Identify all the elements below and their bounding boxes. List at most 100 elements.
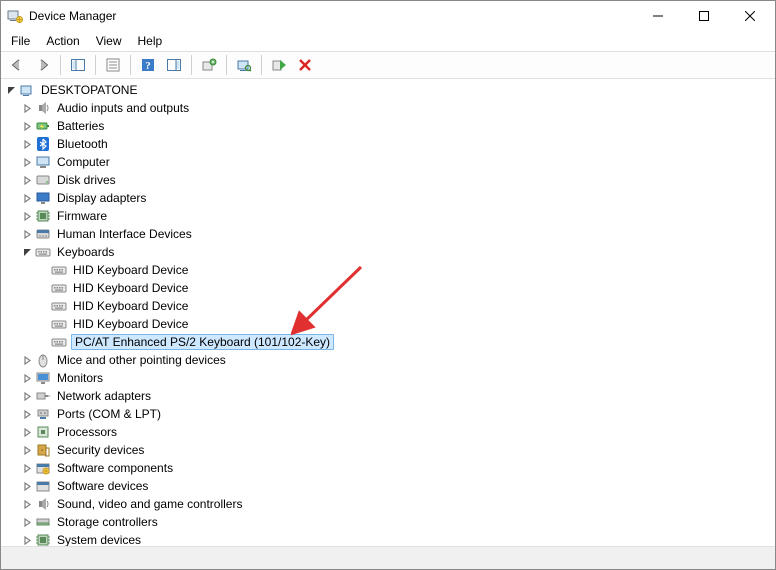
keyboard-icon bbox=[51, 298, 67, 314]
tree-pane[interactable]: DESKTOPATONE Audio inputs and outputs Ba… bbox=[1, 79, 775, 547]
tree-label: Audio inputs and outputs bbox=[55, 101, 191, 115]
back-button[interactable] bbox=[5, 53, 29, 77]
tree-category-fw[interactable]: Firmware bbox=[1, 207, 775, 225]
tree-twisty[interactable] bbox=[19, 118, 35, 134]
show-hide-console-tree-button[interactable] bbox=[66, 53, 90, 77]
tree-label: Ports (COM & LPT) bbox=[55, 407, 163, 421]
tree-category-sys[interactable]: System devices bbox=[1, 531, 775, 547]
tree-category-mon[interactable]: Monitors bbox=[1, 369, 775, 387]
window-controls bbox=[635, 1, 773, 31]
tree-category-comp[interactable]: Computer bbox=[1, 153, 775, 171]
tree-device[interactable]: PC/AT Enhanced PS/2 Keyboard (101/102-Ke… bbox=[1, 333, 775, 351]
toolbar-separator bbox=[191, 55, 192, 75]
tree-category-bt[interactable]: Bluetooth bbox=[1, 135, 775, 153]
tree-twisty[interactable] bbox=[3, 82, 19, 98]
forward-button[interactable] bbox=[31, 53, 55, 77]
tree-category-ports[interactable]: Ports (COM & LPT) bbox=[1, 405, 775, 423]
tree-twisty[interactable] bbox=[19, 136, 35, 152]
tree-category-display[interactable]: Display adapters bbox=[1, 189, 775, 207]
enable-device-button[interactable] bbox=[267, 53, 291, 77]
toolbar-separator bbox=[226, 55, 227, 75]
tree-twisty[interactable] bbox=[19, 100, 35, 116]
tree-twisty[interactable] bbox=[19, 244, 35, 260]
scan-hardware-button[interactable] bbox=[232, 53, 256, 77]
network-icon bbox=[35, 388, 51, 404]
keyboard-icon bbox=[51, 316, 67, 332]
tree-category-disk[interactable]: Disk drives bbox=[1, 171, 775, 189]
tree-twisty[interactable] bbox=[19, 370, 35, 386]
tree-category-batt[interactable]: Batteries bbox=[1, 117, 775, 135]
tree-label: Disk drives bbox=[55, 173, 118, 187]
tree-root[interactable]: DESKTOPATONE bbox=[1, 81, 775, 99]
tree-category-mouse[interactable]: Mice and other pointing devices bbox=[1, 351, 775, 369]
tree-twisty[interactable] bbox=[19, 352, 35, 368]
tree-twisty[interactable] bbox=[19, 496, 35, 512]
tree-twisty[interactable] bbox=[19, 208, 35, 224]
security-icon bbox=[35, 442, 51, 458]
tree-category-sec[interactable]: Security devices bbox=[1, 441, 775, 459]
device-manager-window: Device Manager File Action View Help bbox=[0, 0, 776, 570]
uninstall-device-button[interactable] bbox=[293, 53, 317, 77]
properties-button[interactable] bbox=[101, 53, 125, 77]
tree-twisty[interactable] bbox=[19, 388, 35, 404]
tree-category-audio[interactable]: Audio inputs and outputs bbox=[1, 99, 775, 117]
tree-label: DESKTOPATONE bbox=[39, 83, 139, 97]
menu-action[interactable]: Action bbox=[40, 33, 85, 49]
tree-category-svgc[interactable]: Sound, video and game controllers bbox=[1, 495, 775, 513]
tree-twisty[interactable] bbox=[19, 154, 35, 170]
window-title: Device Manager bbox=[29, 9, 635, 23]
tree-label: Storage controllers bbox=[55, 515, 160, 529]
tree-twisty[interactable] bbox=[19, 172, 35, 188]
tree-category-hid[interactable]: Human Interface Devices bbox=[1, 225, 775, 243]
tree-label: HID Keyboard Device bbox=[71, 263, 190, 277]
tree-twisty[interactable] bbox=[19, 442, 35, 458]
tree-twisty[interactable] bbox=[19, 226, 35, 242]
update-driver-button[interactable] bbox=[197, 53, 221, 77]
menu-help[interactable]: Help bbox=[132, 33, 169, 49]
tree-label: Display adapters bbox=[55, 191, 148, 205]
mouse-icon bbox=[35, 352, 51, 368]
action-pane-button[interactable] bbox=[162, 53, 186, 77]
tree-category-net[interactable]: Network adapters bbox=[1, 387, 775, 405]
tree-label: Keyboards bbox=[55, 245, 116, 259]
app-icon bbox=[7, 8, 23, 24]
tree-category-stor[interactable]: Storage controllers bbox=[1, 513, 775, 531]
maximize-button[interactable] bbox=[681, 1, 727, 31]
tree-twisty[interactable] bbox=[19, 514, 35, 530]
tree-twisty[interactable] bbox=[19, 532, 35, 547]
tree-device[interactable]: HID Keyboard Device bbox=[1, 297, 775, 315]
tree-label: Firmware bbox=[55, 209, 109, 223]
tree-category-swc[interactable]: Software components bbox=[1, 459, 775, 477]
help-button[interactable]: ? bbox=[136, 53, 160, 77]
tree-category-swd[interactable]: Software devices bbox=[1, 477, 775, 495]
display-icon bbox=[35, 190, 51, 206]
tree-label: Mice and other pointing devices bbox=[55, 353, 228, 367]
tree-device[interactable]: HID Keyboard Device bbox=[1, 279, 775, 297]
tree-twisty[interactable] bbox=[19, 406, 35, 422]
tree-device[interactable]: HID Keyboard Device bbox=[1, 261, 775, 279]
tree-device[interactable]: HID Keyboard Device bbox=[1, 315, 775, 333]
tree-label: Security devices bbox=[55, 443, 146, 457]
statusbar bbox=[1, 547, 775, 569]
tree-label: PC/AT Enhanced PS/2 Keyboard (101/102-Ke… bbox=[71, 334, 334, 350]
tree-twisty[interactable] bbox=[19, 424, 35, 440]
close-button[interactable] bbox=[727, 1, 773, 31]
tree-twisty[interactable] bbox=[19, 460, 35, 476]
tree-category-proc[interactable]: Processors bbox=[1, 423, 775, 441]
storage-icon bbox=[35, 514, 51, 530]
minimize-button[interactable] bbox=[635, 1, 681, 31]
disk-icon bbox=[35, 172, 51, 188]
keyboard-icon bbox=[51, 262, 67, 278]
toolbar-separator bbox=[95, 55, 96, 75]
menu-view[interactable]: View bbox=[90, 33, 128, 49]
tree-twisty[interactable] bbox=[19, 478, 35, 494]
menu-file[interactable]: File bbox=[5, 33, 36, 49]
chip-icon bbox=[35, 532, 51, 547]
tree-twisty[interactable] bbox=[19, 190, 35, 206]
toolbar-separator bbox=[60, 55, 61, 75]
hid-icon bbox=[35, 226, 51, 242]
tree-label: Processors bbox=[55, 425, 119, 439]
tree-category-kbd[interactable]: Keyboards bbox=[1, 243, 775, 261]
titlebar: Device Manager bbox=[1, 1, 775, 31]
tree-label: Software devices bbox=[55, 479, 150, 493]
